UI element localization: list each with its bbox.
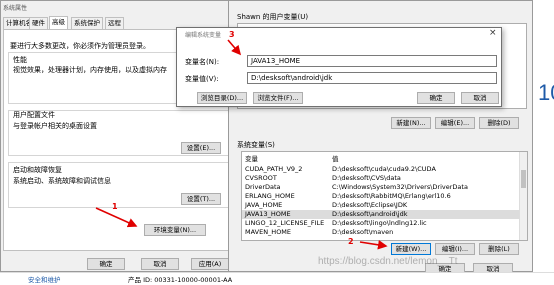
security-maintenance-link[interactable]: 安全和维护 <box>28 274 61 284</box>
variable-value-label: 变量值(V): <box>185 75 219 83</box>
startup-recovery-group: 启动和故障恢复 系统启动、系统故障和调试信息 设置(T)... <box>8 162 230 208</box>
startup-desc: 系统启动、系统故障和调试信息 <box>13 177 111 185</box>
performance-desc: 视觉效果，处理器计划，内存使用，以及虚拟内存 <box>13 66 167 74</box>
sysprops-cancel-button[interactable]: 取消 <box>141 258 179 270</box>
startup-settings-button[interactable]: 设置(T)... <box>181 193 221 205</box>
tab-remote[interactable]: 远程 <box>105 17 124 29</box>
table-row[interactable]: JAVA_HOME D:\desksoft\Eclipse\JDK <box>242 201 527 210</box>
system-vars-list[interactable]: 变量 值 CUDA_PATH_V9_2 D:\desksoft\cuda\cud… <box>241 151 528 241</box>
table-row[interactable]: CUDA_PATH_V9_2 D:\desksoft\cuda\cuda9.2\… <box>242 165 527 174</box>
table-row[interactable]: ERLANG_HOME D:\desksoft\RabbitMQ\Erlang\… <box>242 192 527 201</box>
profile-settings-button[interactable]: 设置(E)... <box>181 142 221 154</box>
table-row[interactable]: LINGO_12_LICENSE_FILE D:\desksoft\lingo\… <box>242 219 527 228</box>
table-row-selected[interactable]: JAVA13_HOME D:\desksoft\android\jdk <box>242 210 527 219</box>
close-icon[interactable]: × <box>489 28 497 38</box>
table-row[interactable]: CVSROOT D:\desksoft\CVS\data <box>242 174 527 183</box>
user-vars-title: Shawn 的用户变量(U) <box>237 13 309 21</box>
system-vars-scrollbar[interactable] <box>519 152 527 240</box>
startup-title: 启动和故障恢复 <box>13 166 62 174</box>
edit-cancel-button[interactable]: 取消 <box>461 92 499 104</box>
col-var-header: 变量 <box>245 155 258 163</box>
table-row[interactable]: MAVEN_HOME D:\desksoft\maven <box>242 228 527 237</box>
environment-variables-button[interactable]: 环境变量(N)... <box>144 224 206 236</box>
profile-desc: 与登录帐户相关的桌面设置 <box>13 122 97 130</box>
bottom-strip: 安全和维护 产品 ID: 00331-10000-00001-AA <box>0 272 554 285</box>
watermark-text: https://blog.csdn.net/lemon__Tt <box>318 256 458 267</box>
browse-directory-button[interactable]: 浏览目录(D)... <box>197 92 247 104</box>
variable-value-input[interactable]: D:\desksoft\android\jdk <box>247 72 497 84</box>
scrollbar-thumb[interactable] <box>521 170 526 188</box>
annotation-2: 2 <box>348 237 354 246</box>
annotation-3: 3 <box>229 30 235 39</box>
system-edit-button[interactable]: 编辑(I)... <box>435 243 475 255</box>
user-profile-group: 用户配置文件 与登录帐户相关的桌面设置 设置(E)... <box>8 110 230 156</box>
system-vars-header: 变量 值 <box>242 155 527 164</box>
edit-dialog-title: 编辑系统变量 <box>185 32 222 39</box>
user-delete-button[interactable]: 删除(D) <box>479 117 519 129</box>
sysprops-title: 系统属性 <box>3 5 28 12</box>
user-new-button[interactable]: 新建(N)... <box>391 117 431 129</box>
edit-ok-button[interactable]: 确定 <box>417 92 455 104</box>
tab-system-protection[interactable]: 系统保护 <box>71 17 103 29</box>
product-id-text: 产品 ID: 00331-10000-00001-AA <box>128 276 233 284</box>
variable-name-input[interactable]: JAVA13_HOME <box>247 55 497 67</box>
browse-file-button[interactable]: 浏览文件(F)... <box>253 92 303 104</box>
annotation-1: 1 <box>112 202 118 211</box>
system-vars-title: 系统变量(S) <box>237 141 275 149</box>
sysprops-ok-button[interactable]: 确定 <box>87 258 125 270</box>
background-fragment: 10 <box>538 80 554 105</box>
user-edit-button[interactable]: 编辑(E)... <box>435 117 475 129</box>
variable-name-label: 变量名(N): <box>185 58 220 66</box>
profile-title: 用户配置文件 <box>13 111 55 119</box>
tab-advanced[interactable]: 高级 <box>49 16 68 30</box>
edit-system-variable-dialog: 编辑系统变量 × 变量名(N): JAVA13_HOME 变量值(V): D:\… <box>176 27 502 107</box>
admin-notice: 要进行大多数更改，你必须作为管理员登录。 <box>10 42 150 50</box>
table-row[interactable]: DriverData C:\Windows\System32\Drivers\D… <box>242 183 527 192</box>
col-val-header: 值 <box>332 155 339 163</box>
tab-hardware[interactable]: 硬件 <box>29 17 48 29</box>
sysprops-apply-button[interactable]: 应用(A) <box>191 258 229 270</box>
system-delete-button[interactable]: 删除(L) <box>479 243 519 255</box>
system-new-button[interactable]: 新建(W)... <box>391 243 431 255</box>
performance-title: 性能 <box>13 56 27 64</box>
